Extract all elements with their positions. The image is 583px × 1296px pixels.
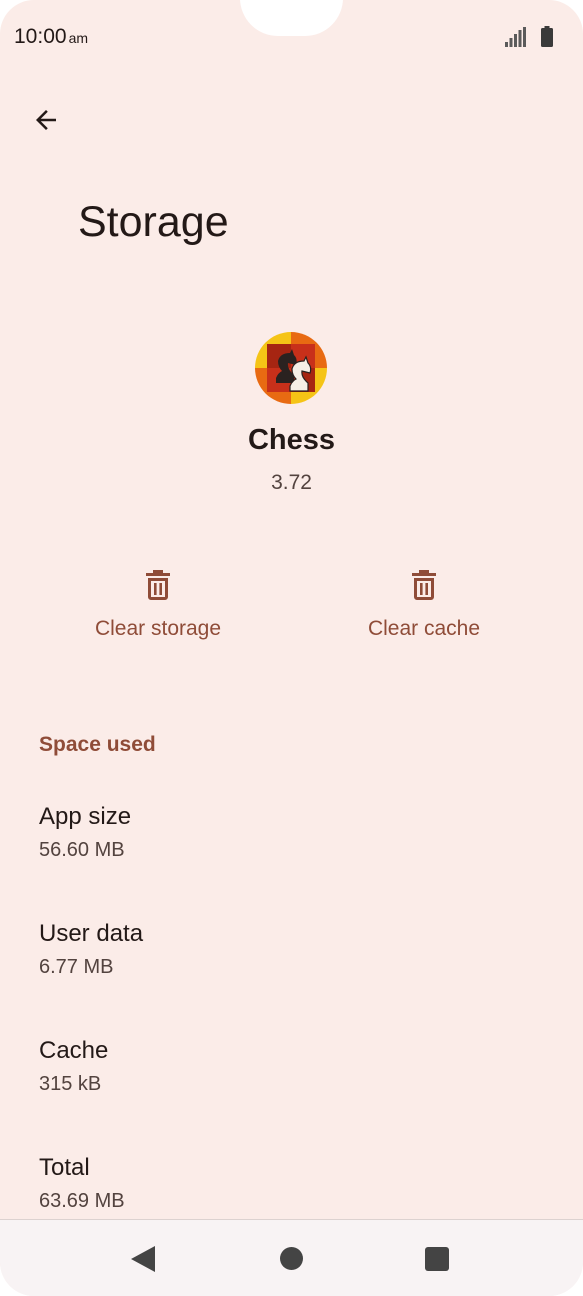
chess-knight-icon	[255, 332, 327, 404]
clear-storage-button[interactable]: Clear storage	[58, 568, 258, 641]
status-time: 10:00 am	[14, 25, 88, 49]
section-header-space-used: Space used	[39, 733, 156, 756]
status-time-ampm: am	[68, 30, 89, 46]
camera-notch	[240, 0, 343, 36]
phone-screen: 10:00 am Storage Chess 3.72 Clear storag…	[0, 0, 583, 1296]
list-item-total: Total 63.69 MB	[39, 1154, 125, 1213]
app-name: Chess	[247, 424, 336, 456]
app-icon	[254, 331, 328, 405]
row-title: Cache	[39, 1037, 109, 1064]
row-title: App size	[39, 803, 132, 830]
nav-back-icon[interactable]	[131, 1246, 157, 1272]
clear-cache-label: Clear cache	[367, 617, 481, 640]
navigation-bar	[0, 1219, 583, 1296]
list-item-app-size: App size 56.60 MB	[39, 803, 131, 862]
status-time-value: 10:00	[14, 25, 67, 48]
clear-cache-button[interactable]: Clear cache	[324, 568, 524, 641]
arrow-back-icon	[36, 110, 56, 130]
trash-icon	[146, 570, 170, 600]
page-title: Storage	[78, 198, 229, 246]
list-item-user-data: User data 6.77 MB	[39, 920, 143, 979]
back-button[interactable]	[24, 98, 68, 142]
row-value: 56.60 MB	[39, 839, 125, 861]
status-icons	[505, 26, 553, 47]
clear-storage-label: Clear storage	[94, 617, 222, 640]
trash-icon	[412, 570, 436, 600]
row-value: 315 kB	[39, 1073, 102, 1095]
nav-recents-icon[interactable]	[425, 1247, 449, 1271]
app-version: 3.72	[271, 471, 312, 494]
row-title: Total	[39, 1154, 90, 1181]
nav-home-icon[interactable]	[280, 1247, 303, 1270]
row-title: User data	[39, 920, 144, 947]
row-value: 6.77 MB	[39, 956, 114, 978]
signal-icon	[505, 27, 526, 47]
row-value: 63.69 MB	[39, 1190, 125, 1212]
battery-icon	[541, 26, 553, 47]
list-item-cache: Cache 315 kB	[39, 1037, 108, 1096]
